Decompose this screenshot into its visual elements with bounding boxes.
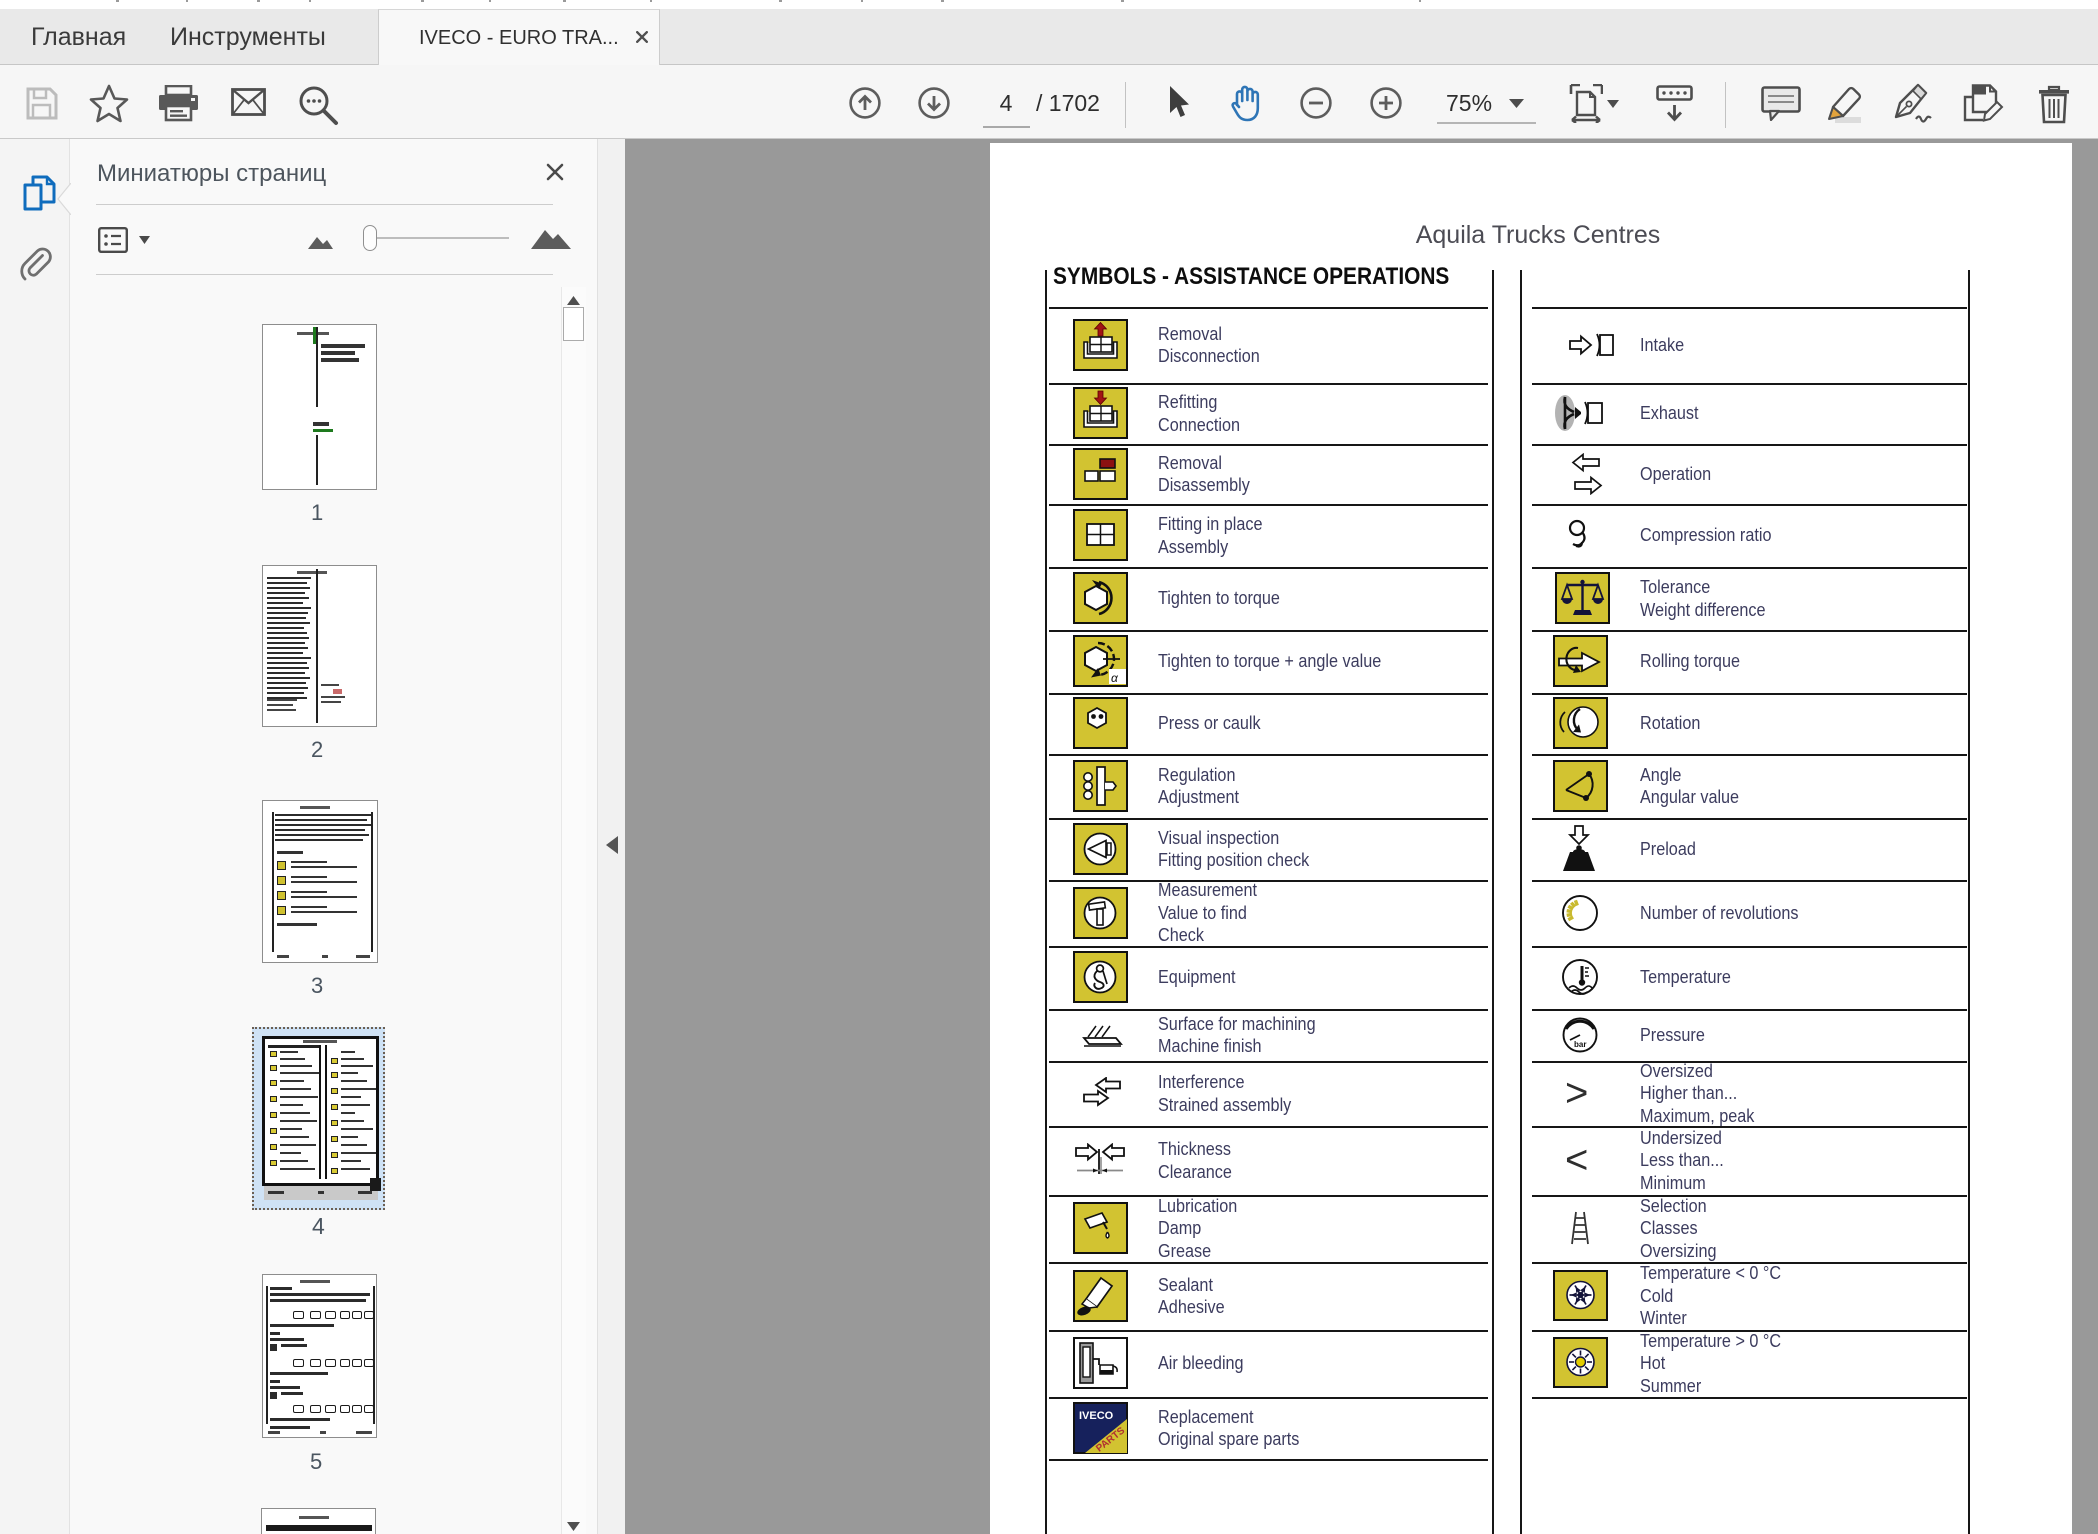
svg-text:bar: bar [1574,1040,1586,1049]
svg-text:α: α [1111,671,1119,685]
svg-text:IVECO: IVECO [1079,1410,1114,1422]
